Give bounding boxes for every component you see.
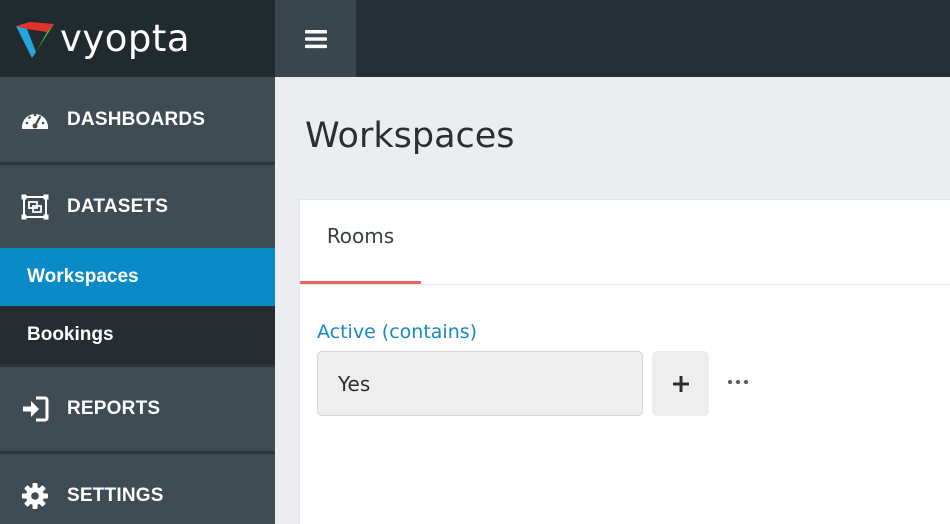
dataset-icon xyxy=(20,192,50,222)
more-options-button[interactable] xyxy=(725,372,751,392)
sidebar-item-datasets[interactable]: DATASETS xyxy=(0,165,275,248)
gear-icon xyxy=(20,481,50,511)
sidebar-item-dashboards[interactable]: DASHBOARDS xyxy=(0,77,275,162)
sidebar-label-settings: SETTINGS xyxy=(67,485,164,506)
brand-logo[interactable]: vyopta xyxy=(0,0,275,77)
sidebar-item-bookings[interactable]: Bookings xyxy=(0,306,275,364)
filter-value-field[interactable]: Yes xyxy=(317,351,643,416)
filter-value-text: Yes xyxy=(338,371,371,396)
page-title: Workspaces xyxy=(305,116,515,156)
tab-rooms[interactable]: Rooms xyxy=(300,200,421,285)
workspaces-card: Rooms Active (contains) Yes xyxy=(299,199,950,524)
plus-icon xyxy=(672,375,689,392)
sidebar-item-settings[interactable]: SETTINGS xyxy=(0,454,275,524)
sidebar-label-dashboards: DASHBOARDS xyxy=(67,108,206,130)
menu-toggle-button[interactable] xyxy=(275,0,356,77)
sidebar-item-reports[interactable]: REPORTS xyxy=(0,367,275,451)
hamburger-icon xyxy=(304,29,327,48)
sidebar-label-reports: REPORTS xyxy=(67,398,161,419)
sidebar-label-datasets: DATASETS xyxy=(67,195,169,217)
vyopta-logo-icon xyxy=(16,21,54,58)
brand-name: vyopta xyxy=(60,17,191,60)
sign-in-icon xyxy=(20,394,50,424)
ellipsis-icon xyxy=(728,380,748,384)
sidebar-item-workspaces[interactable]: Workspaces xyxy=(0,248,275,306)
filter-label[interactable]: Active (contains) xyxy=(317,321,477,343)
tab-divider xyxy=(300,284,950,285)
add-filter-button[interactable] xyxy=(652,351,709,416)
speedometer-icon xyxy=(20,105,50,135)
